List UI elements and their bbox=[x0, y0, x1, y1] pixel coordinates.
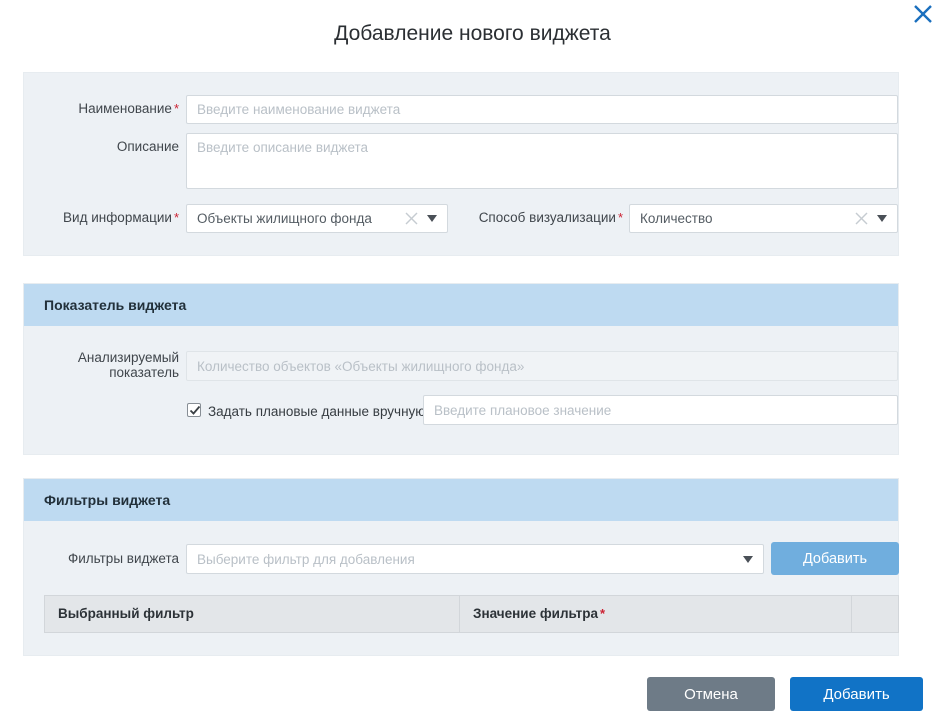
visualization-label: Способ визуализации* bbox=[444, 210, 623, 225]
info-type-select[interactable]: Объекты жилищного фонда bbox=[186, 204, 448, 233]
visualization-value: Количество bbox=[640, 211, 855, 226]
close-icon[interactable] bbox=[910, 2, 936, 28]
description-input[interactable] bbox=[186, 133, 898, 189]
filter-select-placeholder: Выберите фильтр для добавления bbox=[197, 552, 743, 567]
basic-info-panel: Наименование* Описание Вид информации* О… bbox=[23, 72, 899, 256]
plan-value-input[interactable] bbox=[423, 395, 898, 425]
description-label: Описание bbox=[24, 139, 179, 154]
add-widget-dialog: Добавление нового виджета Наименование* … bbox=[0, 0, 945, 724]
column-header-actions bbox=[851, 596, 898, 632]
check-icon bbox=[189, 405, 201, 416]
cancel-button[interactable]: Отмена bbox=[647, 677, 775, 711]
chevron-down-icon[interactable] bbox=[743, 556, 753, 563]
visualization-label-text: Способ визуализации bbox=[479, 210, 616, 225]
analyzed-indicator-label: Анализируемый показатель bbox=[24, 350, 179, 380]
indicator-panel: Показатель виджета Анализируемый показат… bbox=[23, 283, 899, 455]
page-title: Добавление нового виджета bbox=[0, 22, 945, 46]
filters-table-header: Выбранный фильтр Значение фильтра* bbox=[44, 595, 899, 633]
filters-section-title: Фильтры виджета bbox=[24, 479, 898, 521]
visualization-select[interactable]: Количество bbox=[629, 204, 898, 233]
required-asterisk: * bbox=[600, 606, 605, 621]
column-header-selected-filter: Выбранный фильтр bbox=[45, 596, 459, 632]
manual-plan-label[interactable]: Задать плановые данные вручную bbox=[208, 404, 425, 419]
name-label: Наименование* bbox=[24, 101, 179, 116]
analyzed-indicator-input bbox=[186, 351, 898, 381]
add-filter-button[interactable]: Добавить bbox=[771, 542, 899, 575]
column-header-filter-value: Значение фильтра* bbox=[459, 596, 851, 632]
info-type-label: Вид информации* bbox=[24, 210, 179, 225]
name-input[interactable] bbox=[186, 95, 898, 124]
indicator-section-title: Показатель виджета bbox=[24, 284, 898, 326]
submit-button[interactable]: Добавить bbox=[790, 677, 923, 711]
filter-select-label: Фильтры виджета bbox=[24, 551, 179, 566]
chevron-down-icon[interactable] bbox=[427, 215, 437, 222]
required-asterisk: * bbox=[618, 210, 623, 225]
filter-select[interactable]: Выберите фильтр для добавления bbox=[186, 544, 764, 574]
required-asterisk: * bbox=[174, 210, 179, 225]
required-asterisk: * bbox=[174, 101, 179, 116]
clear-icon[interactable] bbox=[855, 212, 868, 225]
info-type-value: Объекты жилищного фонда bbox=[197, 211, 405, 226]
column-header-filter-value-text: Значение фильтра bbox=[473, 606, 598, 621]
name-label-text: Наименование bbox=[78, 101, 172, 116]
manual-plan-checkbox[interactable] bbox=[187, 403, 201, 417]
clear-icon[interactable] bbox=[405, 212, 418, 225]
info-type-label-text: Вид информации bbox=[63, 210, 172, 225]
filters-panel: Фильтры виджета Фильтры виджета Выберите… bbox=[23, 478, 899, 656]
chevron-down-icon[interactable] bbox=[877, 215, 887, 222]
